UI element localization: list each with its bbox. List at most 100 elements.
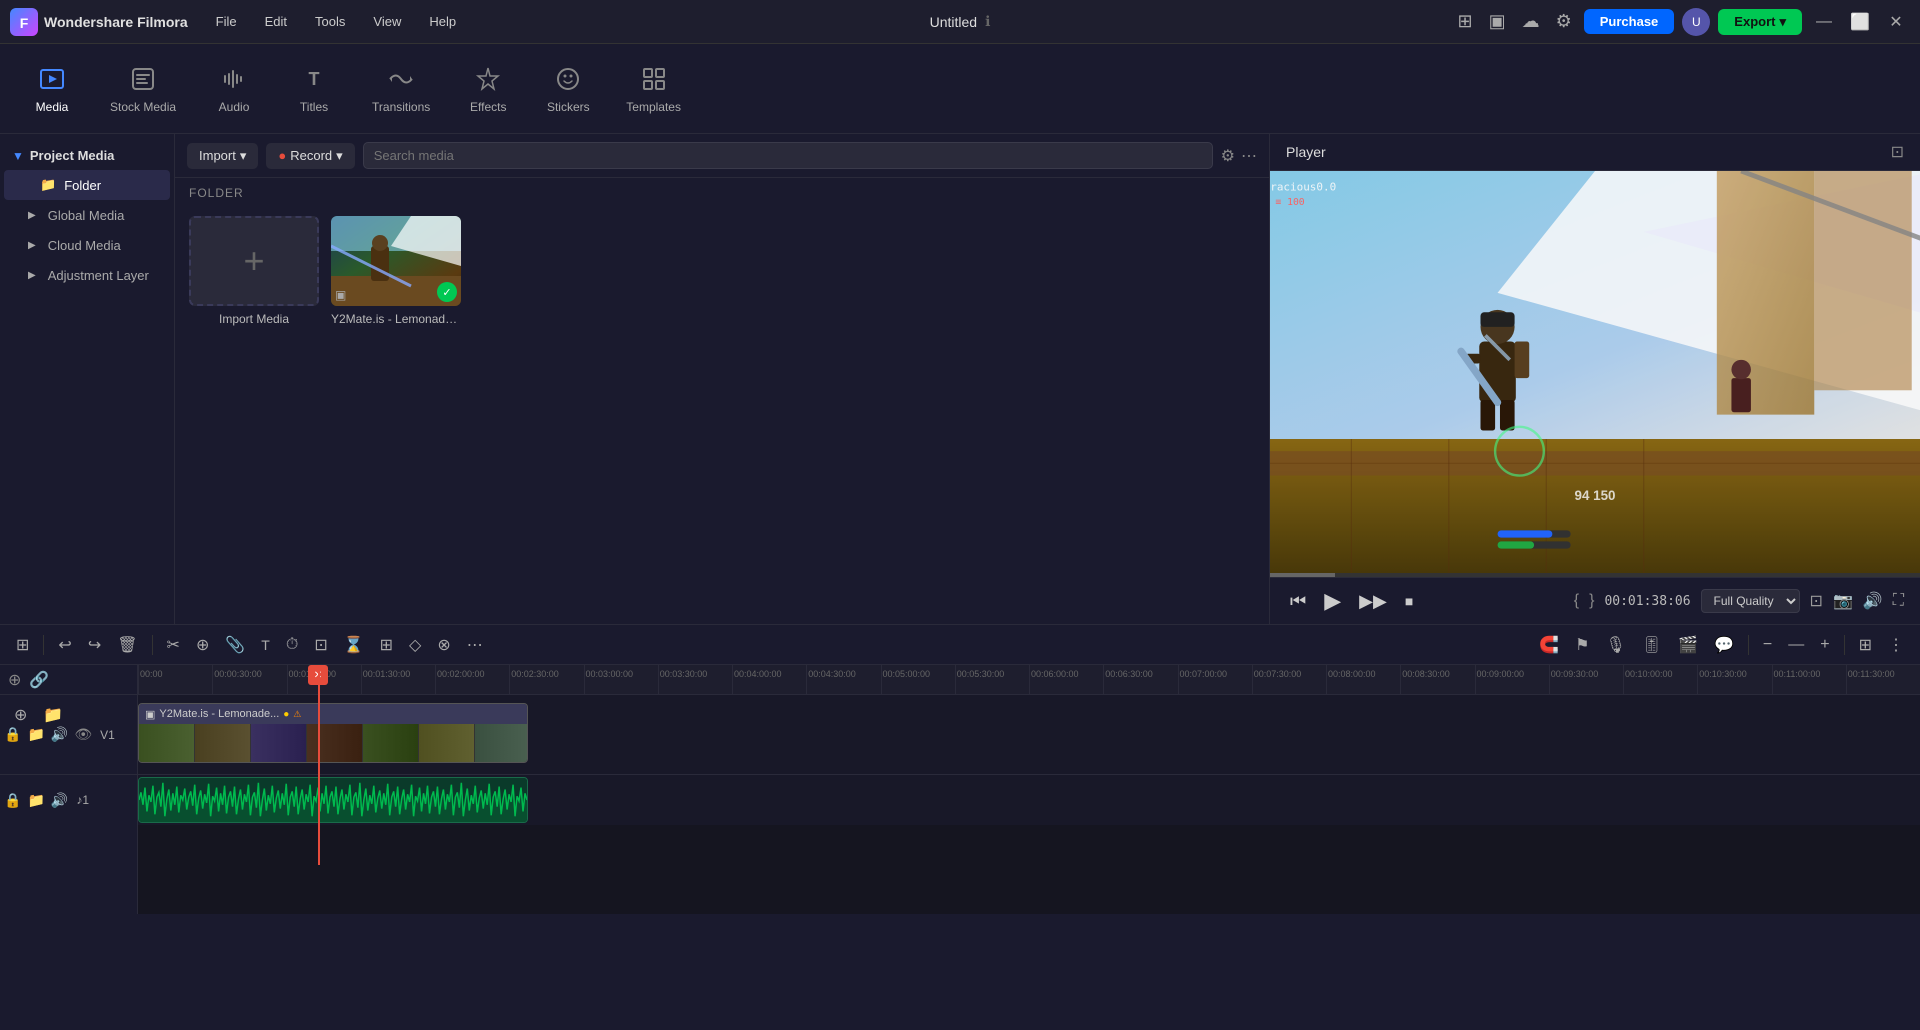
step-back-button[interactable]: ⏮ (1286, 587, 1310, 616)
tl-text-btn[interactable]: T (255, 633, 276, 657)
left-nav-adjustment-layer[interactable]: ▶ Adjustment Layer (4, 261, 170, 290)
project-media-header[interactable]: ▼ Project Media (0, 142, 174, 169)
tl-speed-btn[interactable]: ⏱ (280, 632, 304, 658)
tl-divider-2 (152, 635, 153, 655)
tl-snap-btn[interactable]: 🧲 (1533, 631, 1565, 659)
tl-redo-btn[interactable]: ↪ (82, 631, 107, 659)
menu-file[interactable]: File (204, 10, 249, 33)
tl-crop-btn[interactable]: ⊡ (308, 631, 333, 659)
user-avatar[interactable]: U (1682, 8, 1710, 36)
tab-effects[interactable]: Effects (448, 56, 528, 122)
tl-freeze-btn[interactable]: ⊞ (374, 631, 399, 659)
minimize-button[interactable]: — (1810, 8, 1838, 36)
tl-multicam-btn[interactable]: 🎬 (1672, 631, 1704, 659)
player-seekbar[interactable] (1270, 573, 1920, 577)
tl-grid-view-btn[interactable]: ⊞ (1853, 631, 1878, 659)
import-button[interactable]: Import ▾ (187, 143, 258, 169)
playhead-line[interactable] (318, 665, 320, 865)
tl-add-icon[interactable]: ⊕ (8, 670, 21, 690)
tl-zoom-dash-btn[interactable]: — (1782, 632, 1810, 658)
player-fit-icon[interactable]: ⊡ (1891, 142, 1904, 162)
tl-voice-btn[interactable]: 🎙 (1599, 631, 1631, 659)
tl-settings-btn[interactable]: ⋮ (1882, 631, 1910, 659)
menu-help[interactable]: Help (417, 10, 468, 33)
frame-5 (419, 724, 474, 763)
transitions-tab-label: Transitions (372, 100, 430, 114)
video-clip-timeline[interactable]: ▣ Y2Mate.is - Lemonade... ● ⚠ (138, 703, 528, 763)
tl-layout-btn[interactable]: ⊞ (10, 631, 35, 659)
menu-view[interactable]: View (361, 10, 413, 33)
video-clip-thumb[interactable]: ▣ ✓ (331, 216, 461, 306)
search-input[interactable] (363, 142, 1213, 169)
maximize-button[interactable]: ⬜ (1846, 8, 1874, 36)
waveform-svg (139, 778, 527, 822)
tl-clip-btn[interactable]: 📎 (219, 631, 251, 659)
tl-zoom-in-btn[interactable]: + (1814, 632, 1835, 658)
menu-edit[interactable]: Edit (253, 10, 299, 33)
settings-icon[interactable]: ⚙ (1552, 7, 1576, 36)
left-nav-global-media[interactable]: ▶ Global Media (4, 201, 170, 230)
import-media-thumb[interactable]: + (189, 216, 319, 306)
video-clip-item[interactable]: ▣ ✓ Y2Mate.is - Lemonade... (331, 216, 461, 616)
video-clip-badge-yellow: ● (283, 709, 289, 720)
tl-right-tools: 🧲 ⚑ 🎙 🎚 🎬 💬 − — + ⊞ ⋮ (1533, 631, 1910, 659)
menu-tools[interactable]: Tools (303, 10, 357, 33)
tab-stickers[interactable]: Stickers (528, 56, 608, 122)
screen-fit-icon[interactable]: ⊡ (1810, 591, 1823, 611)
title-icons-right: ⊞ ▣ ☁ ⚙ Purchase U Export ▾ — ⬜ ✕ (1454, 7, 1911, 36)
tl-zoom-out-btn[interactable]: − (1757, 632, 1778, 658)
tl-ai-btn[interactable]: ⊗ (431, 631, 456, 659)
audio-track-mute[interactable]: 🔊 (51, 792, 68, 809)
cloud-icon[interactable]: ☁ (1518, 7, 1544, 36)
snapshot-icon[interactable]: 📷 (1833, 591, 1853, 611)
tl-undo-btn[interactable]: ↩ (52, 631, 77, 659)
tl-keyframe-btn[interactable]: ◇ (403, 631, 427, 659)
left-panel-folder-btn[interactable]: 📁 (39, 701, 67, 729)
play-forward-button[interactable]: ▶▶ (1355, 587, 1391, 616)
import-arrow: ▾ (240, 148, 247, 164)
fullscreen-icon[interactable]: ⛶ (1893, 592, 1904, 610)
audio-track-folder[interactable]: 📁 (27, 792, 44, 809)
tl-link-icon[interactable]: 🔗 (29, 670, 49, 690)
import-media-item[interactable]: + Import Media (189, 216, 319, 616)
left-nav-cloud-media[interactable]: ▶ Cloud Media (4, 231, 170, 260)
in-point-icon[interactable]: { (1574, 592, 1579, 610)
record-button[interactable]: ● Record ▾ (266, 143, 354, 169)
tab-audio[interactable]: Audio (194, 56, 274, 122)
tl-audio-mix-btn[interactable]: 🎚 (1636, 631, 1668, 659)
tab-media[interactable]: Media (12, 56, 92, 122)
tab-stock-media[interactable]: Stock Media (92, 56, 194, 122)
out-point-icon[interactable]: } (1589, 592, 1594, 610)
stickers-tab-icon (553, 64, 583, 94)
content-area: ▼ Project Media 📁 Folder ▶ Global Media … (0, 134, 1920, 624)
filter-icon[interactable]: ⚙ (1221, 146, 1235, 166)
tab-titles[interactable]: T Titles (274, 56, 354, 122)
left-nav-folder[interactable]: 📁 Folder (4, 170, 170, 200)
tab-templates[interactable]: Templates (608, 56, 699, 122)
export-button[interactable]: Export ▾ (1718, 9, 1802, 35)
more-options-icon[interactable]: ⋯ (1241, 146, 1257, 166)
timecode-display: 00:01:38:06 (1604, 594, 1690, 609)
tl-split-btn[interactable]: ✂ (161, 631, 186, 659)
import-plus-icon: + (243, 240, 264, 282)
audio-waveform[interactable] (138, 777, 528, 823)
tl-more-btn[interactable]: ⋯ (461, 631, 489, 659)
tab-transitions[interactable]: Transitions (354, 56, 448, 122)
tl-delete-btn[interactable]: 🗑 (111, 631, 143, 659)
desktop-icon[interactable]: ⊞ (1454, 7, 1477, 36)
quality-select[interactable]: Full Quality 1/2 1/4 Preview (1701, 589, 1800, 613)
media-icon[interactable]: ▣ (1485, 7, 1510, 36)
tl-audio-separate-btn[interactable]: ⊕ (190, 631, 215, 659)
close-button[interactable]: ✕ (1882, 8, 1910, 36)
stop-button[interactable]: ■ (1401, 589, 1417, 613)
purchase-button[interactable]: Purchase (1584, 9, 1675, 34)
tl-subtitle-btn[interactable]: 💬 (1708, 631, 1740, 659)
play-button[interactable]: ▶ (1320, 584, 1345, 618)
audio-track-lock[interactable]: 🔒 (4, 792, 21, 809)
tl-timer-btn[interactable]: ⌛ (338, 631, 370, 659)
tl-marker-btn[interactable]: ⚑ (1569, 631, 1595, 659)
media-grid: + Import Media (175, 208, 1269, 624)
left-panel-add-btn[interactable]: ⊕ (10, 701, 31, 729)
volume-icon[interactable]: 🔊 (1863, 591, 1883, 611)
timeline-ruler[interactable]: 00:0000:00:30:0000:01:00:0000:01:30:0000… (138, 665, 1920, 695)
